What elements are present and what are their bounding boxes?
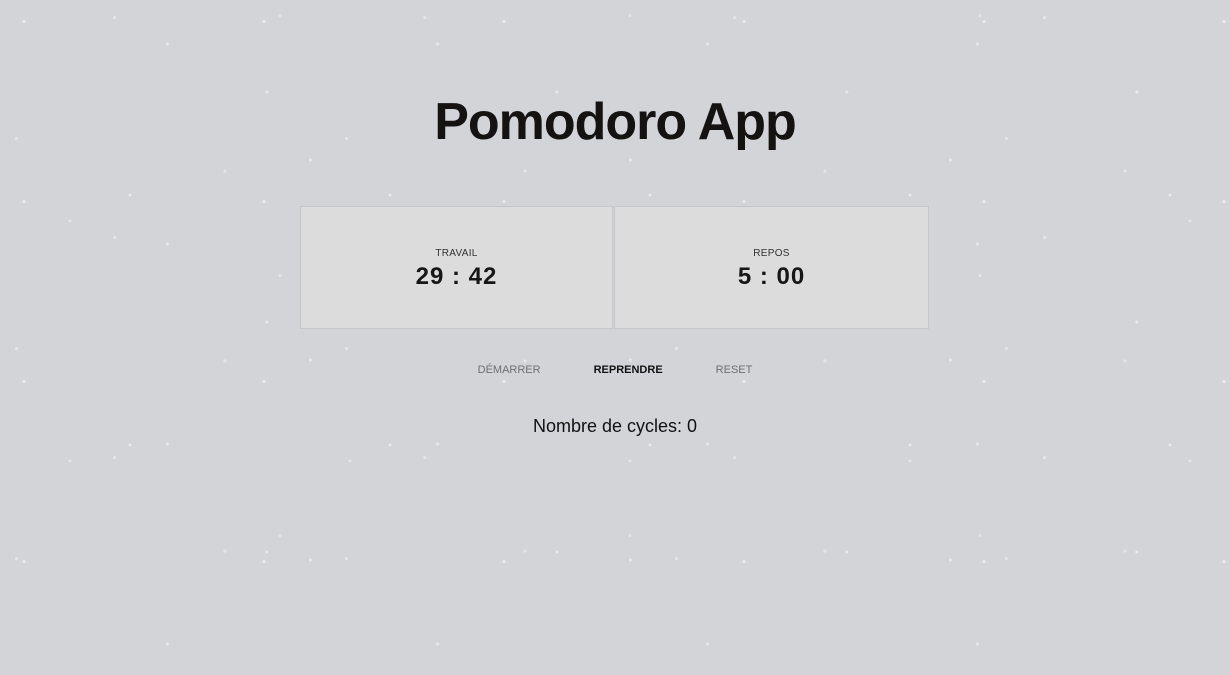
reset-button[interactable]: RESET <box>716 364 753 376</box>
break-timer-value: 5 : 00 <box>737 263 806 290</box>
work-timer-panel: TRAVAIL 29 : 42 <box>300 206 613 329</box>
timers-container: TRAVAIL 29 : 42 REPOS 5 : 00 <box>300 206 930 331</box>
start-button[interactable]: DÉMARRER <box>478 364 541 376</box>
break-timer-panel: REPOS 5 : 00 <box>614 206 929 329</box>
resume-button[interactable]: REPRENDRE <box>594 364 663 376</box>
controls-bar: DÉMARRER REPRENDRE RESET <box>0 364 1230 376</box>
cycle-count: Nombre de cycles: 0 <box>532 416 698 436</box>
work-timer-label: TRAVAIL <box>435 248 478 259</box>
break-timer-label: REPOS <box>753 248 790 259</box>
work-timer-value: 29 : 42 <box>415 263 498 290</box>
page-title: Pomodoro App <box>434 93 797 151</box>
